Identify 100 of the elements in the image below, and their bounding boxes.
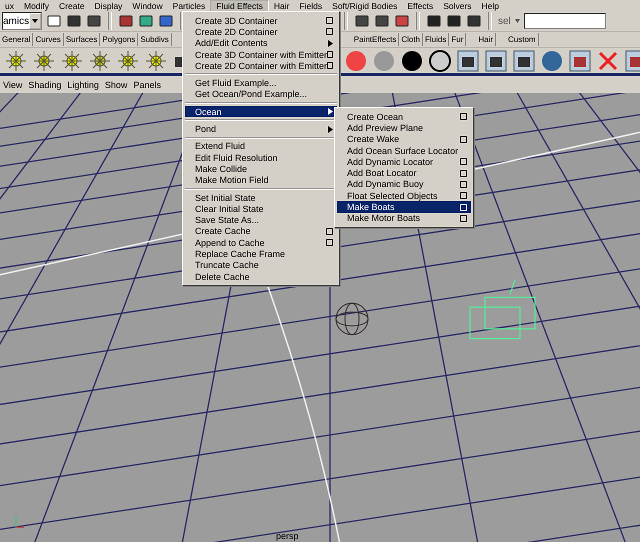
menu-item[interactable]: Create Wake bbox=[337, 134, 471, 145]
menu-item[interactable]: Add/Edit Contents bbox=[185, 38, 337, 49]
menu-item[interactable]: Create Cache bbox=[185, 226, 337, 238]
panel-menu-item[interactable]: Panels bbox=[133, 80, 161, 90]
menu-item[interactable]: Pond bbox=[185, 123, 337, 135]
option-box-icon[interactable] bbox=[460, 113, 467, 120]
menu-item[interactable]: Truncate Cache bbox=[185, 260, 337, 271]
wireframe-sphere-drawing bbox=[336, 302, 368, 336]
menu-item[interactable]: Replace Cache Frame bbox=[185, 248, 337, 260]
menu-title[interactable]: Particles bbox=[168, 0, 210, 10]
light-icon[interactable] bbox=[88, 48, 112, 72]
option-box-icon[interactable] bbox=[326, 28, 333, 36]
menu-title[interactable]: Create bbox=[54, 0, 90, 10]
menu-item[interactable]: Edit Fluid Resolution bbox=[185, 152, 337, 164]
option-box-icon[interactable] bbox=[460, 136, 467, 143]
tool-icon[interactable] bbox=[138, 13, 154, 29]
sphere-icon[interactable] bbox=[428, 48, 452, 72]
tool-icon[interactable] bbox=[66, 13, 82, 29]
menu-item[interactable]: Set Initial State bbox=[185, 192, 337, 204]
shelf-tab[interactable]: Hair bbox=[476, 33, 496, 46]
option-box-icon[interactable] bbox=[460, 180, 467, 188]
menu-item[interactable]: Create Ocean bbox=[337, 111, 471, 122]
shelf-tab[interactable]: Fluids bbox=[423, 33, 450, 46]
menu-title[interactable]: Soft/Rigid Bodies bbox=[327, 0, 402, 10]
option-box-icon[interactable] bbox=[460, 214, 467, 222]
option-box-icon[interactable] bbox=[326, 228, 333, 235]
menu-item[interactable]: Make Collide bbox=[185, 163, 337, 175]
menu-title[interactable]: Fluid Effects bbox=[210, 0, 269, 12]
menu-item[interactable]: Make Motor Boats bbox=[337, 212, 471, 224]
selection-mode-label[interactable]: sel bbox=[498, 16, 511, 26]
menu-item[interactable]: Delete Cache bbox=[185, 270, 337, 282]
shelf-tab[interactable]: Cloth bbox=[399, 33, 424, 46]
menu-item[interactable]: Add Preview Plane bbox=[337, 122, 471, 134]
menu-item[interactable]: Add Boat Locator bbox=[337, 167, 471, 179]
menu-item[interactable]: Create 2D Container bbox=[185, 26, 337, 38]
tool-icon[interactable] bbox=[466, 13, 482, 29]
shelf-tab[interactable]: PaintEffects bbox=[352, 33, 400, 46]
menu-item[interactable]: Make Motion Field bbox=[185, 174, 337, 186]
menu-item[interactable]: Save State As... bbox=[185, 214, 337, 226]
light-icon[interactable] bbox=[116, 48, 140, 72]
menu-item[interactable]: Clear Initial State bbox=[185, 203, 337, 214]
tool-icon[interactable] bbox=[86, 13, 102, 29]
light-icon[interactable] bbox=[60, 48, 84, 72]
menu-title[interactable]: Solvers bbox=[438, 0, 477, 10]
shelf-tab[interactable]: Surfaces bbox=[64, 33, 100, 46]
light-icon[interactable] bbox=[144, 48, 168, 72]
menu-item[interactable]: Add Dynamic Buoy bbox=[337, 178, 471, 190]
tool-icon[interactable] bbox=[446, 13, 462, 29]
submenu-arrow-icon bbox=[328, 40, 333, 47]
menu-title[interactable]: Effects bbox=[402, 0, 438, 10]
sphere-icon[interactable] bbox=[400, 48, 424, 72]
option-box-icon[interactable] bbox=[326, 239, 333, 246]
shelf-tab[interactable]: Polygons bbox=[100, 33, 138, 46]
menu-item[interactable]: Create 3D Container with Emitter bbox=[185, 48, 337, 60]
menu-title[interactable]: Fields bbox=[294, 0, 328, 10]
option-box-icon[interactable] bbox=[460, 170, 467, 177]
tool-icon[interactable] bbox=[158, 13, 174, 29]
menu-item[interactable]: Create 2D Container with Emitter bbox=[185, 60, 337, 72]
menu-item[interactable]: Append to Cache bbox=[185, 237, 337, 248]
tool-icon[interactable] bbox=[394, 13, 410, 29]
option-box-icon[interactable] bbox=[460, 192, 467, 200]
menu-title[interactable]: Modify bbox=[18, 0, 54, 10]
panel-menu-item[interactable]: Lighting bbox=[67, 80, 99, 90]
menu-title[interactable]: Hair bbox=[268, 0, 294, 10]
menu-item[interactable]: Add Ocean Surface Locator bbox=[337, 144, 471, 156]
menu-title[interactable]: Help bbox=[476, 0, 504, 10]
menu-title[interactable]: Display bbox=[90, 0, 128, 10]
input-field[interactable] bbox=[524, 13, 606, 29]
tool-icon[interactable] bbox=[426, 13, 442, 29]
shelf-tab[interactable]: Fur bbox=[449, 33, 466, 46]
menu-item[interactable]: Add Dynamic Locator bbox=[337, 156, 471, 168]
option-box-icon[interactable] bbox=[460, 158, 467, 166]
light-icon[interactable] bbox=[4, 48, 28, 72]
tool-icon[interactable] bbox=[46, 13, 62, 29]
tool-icon[interactable] bbox=[374, 13, 390, 29]
menu-item[interactable]: Get Fluid Example... bbox=[185, 77, 337, 89]
shelf-tab[interactable]: Custom bbox=[506, 33, 539, 46]
light-icon[interactable] bbox=[32, 48, 56, 72]
menu-item[interactable]: Create 3D Container bbox=[185, 15, 337, 26]
shelf-tab[interactable]: Subdivs bbox=[138, 33, 172, 46]
panel-menu-item[interactable]: View bbox=[3, 80, 22, 90]
menu-title[interactable]: Window bbox=[127, 0, 168, 10]
camera-label: persp bbox=[276, 531, 299, 541]
tool-icon[interactable] bbox=[354, 13, 370, 29]
menu-item[interactable]: Float Selected Objects bbox=[337, 190, 471, 202]
panel-menu-item[interactable]: Show bbox=[104, 80, 128, 90]
axis-icon bbox=[16, 514, 24, 528]
option-box-icon[interactable] bbox=[327, 51, 333, 58]
shelf-tab[interactable]: Curves bbox=[33, 33, 64, 46]
menu-title[interactable]: ux bbox=[0, 0, 19, 10]
panel-menu-item[interactable]: Shading bbox=[28, 80, 62, 90]
shelf-tab[interactable]: General bbox=[0, 33, 34, 46]
tool-icon[interactable] bbox=[118, 13, 134, 29]
option-box-icon[interactable] bbox=[326, 17, 333, 24]
option-box-icon[interactable] bbox=[327, 62, 333, 70]
menu-item[interactable]: Ocean bbox=[185, 106, 337, 118]
fluid-container-drawing bbox=[469, 279, 536, 340]
menu-item[interactable]: Make Boats bbox=[337, 201, 471, 213]
menu-item[interactable]: Extend Fluid bbox=[185, 140, 337, 152]
menu-set-dropdown[interactable]: amics bbox=[2, 12, 42, 30]
